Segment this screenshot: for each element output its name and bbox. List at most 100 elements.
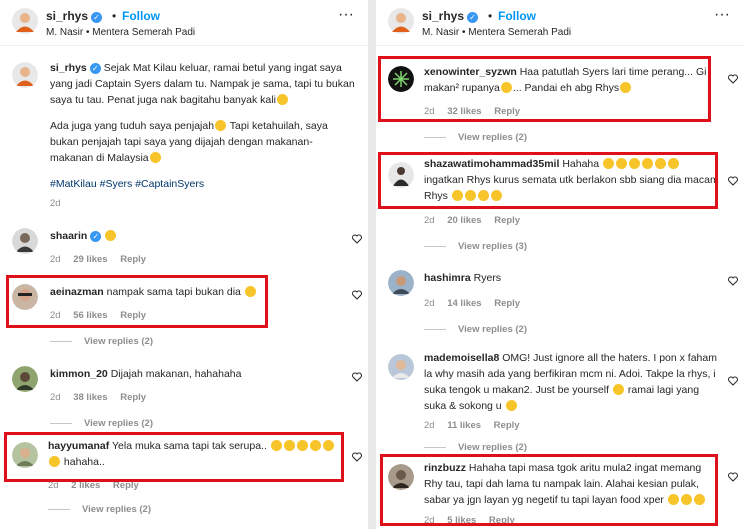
view-replies-link[interactable]: View replies (2) bbox=[48, 504, 151, 515]
reply-button[interactable]: Reply bbox=[494, 298, 520, 309]
caption-line: yang jadi Captain Syers dalam tu. Nampak… bbox=[50, 78, 355, 90]
reply-button[interactable]: Reply bbox=[494, 106, 520, 117]
likes-count[interactable]: 20 likes bbox=[447, 215, 481, 226]
verified-badge-icon: ✓ bbox=[90, 231, 102, 242]
avatar[interactable] bbox=[388, 8, 414, 34]
comment-username[interactable]: kimmon_20 bbox=[50, 368, 108, 380]
verified-badge-icon: ✓ bbox=[89, 63, 101, 74]
avatar[interactable] bbox=[12, 8, 38, 34]
heart-icon[interactable] bbox=[352, 452, 362, 462]
avatar[interactable] bbox=[12, 366, 38, 392]
grin-sweat-emoji-icon bbox=[276, 94, 288, 105]
reply-button[interactable]: Reply bbox=[120, 254, 146, 265]
comment-text: OMG! Just ignore all the haters. I pon x… bbox=[502, 352, 717, 364]
heart-icon[interactable] bbox=[728, 472, 738, 482]
left-post-panel: si_rhys ✓ • Follow M. Nasir • Mentera Sem… bbox=[0, 0, 368, 529]
comment-username[interactable]: mademoisella8 bbox=[424, 352, 499, 364]
view-replies-link[interactable]: View replies (2) bbox=[424, 132, 527, 143]
reply-button[interactable]: Reply bbox=[494, 420, 520, 431]
post-header: si_rhys ✓ • Follow M. Nasir • Mentera Sem… bbox=[376, 0, 744, 46]
avatar[interactable] bbox=[388, 162, 414, 188]
follow-button[interactable]: Follow bbox=[498, 9, 536, 23]
caption-line: Ada juga yang tuduh saya penjajah bbox=[50, 120, 215, 132]
likes-count[interactable]: 56 likes bbox=[73, 310, 107, 321]
comment-time: 2d bbox=[424, 515, 435, 526]
view-replies-link[interactable]: View replies (2) bbox=[424, 442, 527, 453]
likes-count[interactable]: 5 likes bbox=[447, 515, 476, 526]
view-replies-link[interactable]: View replies (2) bbox=[50, 336, 153, 347]
heart-icon[interactable] bbox=[352, 290, 362, 300]
comment: shazawatimohammad35mil Hahaha ingatkan R… bbox=[376, 156, 744, 252]
comment-time: 2d bbox=[424, 215, 435, 226]
separator-dot: • bbox=[112, 9, 117, 23]
heart-icon[interactable] bbox=[728, 276, 738, 286]
comment-time: 2d bbox=[50, 392, 61, 403]
laugh-emoji-icon bbox=[464, 190, 476, 201]
likes-count[interactable]: 14 likes bbox=[447, 298, 481, 309]
comment-time: 2d bbox=[48, 480, 59, 491]
caption-line: makanan di Malaysia bbox=[50, 152, 149, 164]
heart-icon[interactable] bbox=[728, 176, 738, 186]
audio-subtitle[interactable]: M. Nasir • Mentera Semerah Padi bbox=[46, 27, 195, 38]
more-options-icon[interactable]: ··· bbox=[714, 7, 730, 23]
laugh-emoji-icon bbox=[309, 440, 321, 451]
avatar[interactable] bbox=[388, 66, 414, 92]
likes-count[interactable]: 32 likes bbox=[447, 106, 481, 117]
avatar[interactable] bbox=[12, 284, 38, 310]
heart-icon[interactable] bbox=[728, 74, 738, 84]
comment-username[interactable]: hayyumanaf bbox=[48, 440, 109, 452]
reply-button[interactable]: Reply bbox=[494, 215, 520, 226]
avatar[interactable] bbox=[12, 442, 38, 468]
username[interactable]: si_rhys ✓ bbox=[422, 9, 479, 23]
reply-button[interactable]: Reply bbox=[120, 392, 146, 403]
view-replies-link[interactable]: View replies (2) bbox=[424, 324, 527, 335]
comment-username[interactable]: shaarin bbox=[50, 230, 87, 242]
comment-text: ramai lagi yang bbox=[627, 384, 700, 396]
avatar[interactable] bbox=[388, 354, 414, 380]
comment: kimmon_20 Dijajah makanan, hahahaha 2d 3… bbox=[0, 364, 368, 434]
avatar[interactable] bbox=[388, 270, 414, 296]
comment-text: Dijajah makanan, hahahaha bbox=[110, 368, 242, 380]
comment-time: 2d bbox=[424, 106, 435, 117]
laugh-emoji-icon bbox=[270, 440, 282, 451]
caption-line: Tapi ketahuilah, saya bbox=[229, 120, 328, 132]
comment-username[interactable]: rinzbuzz bbox=[424, 462, 466, 474]
likes-count[interactable]: 11 likes bbox=[447, 420, 481, 431]
post-caption: si_rhys ✓ Sejak Mat Kilau keluar, ramai b… bbox=[0, 56, 368, 209]
reply-button[interactable]: Reply bbox=[113, 480, 139, 491]
likes-count[interactable]: 29 likes bbox=[73, 254, 107, 265]
avatar[interactable] bbox=[12, 62, 38, 88]
caption-username[interactable]: si_rhys bbox=[50, 62, 87, 74]
heart-icon[interactable] bbox=[728, 376, 738, 386]
avatar[interactable] bbox=[12, 228, 38, 254]
view-replies-link[interactable]: View replies (3) bbox=[424, 241, 527, 252]
audio-subtitle[interactable]: M. Nasir • Mentera Semerah Padi bbox=[422, 27, 571, 38]
likes-count[interactable]: 38 likes bbox=[73, 392, 107, 403]
caption-line: saya tu tau. Penat juga nak bagitahu ban… bbox=[50, 94, 276, 106]
follow-button[interactable]: Follow bbox=[122, 9, 160, 23]
comment-username[interactable]: xenowinter_syzwn bbox=[424, 66, 517, 78]
laugh-emoji-icon bbox=[49, 456, 60, 467]
avatar[interactable] bbox=[388, 464, 414, 490]
comment-time: 2d bbox=[424, 420, 435, 431]
hashtags[interactable]: #MatKilau #Syers #CaptainSyers bbox=[50, 178, 204, 190]
reply-button[interactable]: Reply bbox=[120, 310, 146, 321]
heart-icon[interactable] bbox=[352, 234, 362, 244]
view-replies-link[interactable]: View replies (2) bbox=[50, 418, 153, 429]
grin-emoji-icon bbox=[244, 286, 256, 297]
verified-badge-icon: ✓ bbox=[467, 12, 479, 23]
laugh-emoji-icon bbox=[642, 158, 654, 169]
more-options-icon[interactable]: ··· bbox=[338, 7, 354, 23]
heart-icon[interactable] bbox=[352, 372, 362, 382]
username[interactable]: si_rhys ✓ bbox=[46, 9, 103, 23]
comment-username[interactable]: hashimra bbox=[424, 272, 471, 284]
likes-count[interactable]: 2 likes bbox=[71, 480, 100, 491]
comment-username[interactable]: aeinazman bbox=[50, 286, 104, 298]
smile-emoji-icon bbox=[505, 400, 517, 411]
flexed-biceps-emoji-icon bbox=[693, 494, 705, 505]
heart-eyes-emoji-icon bbox=[612, 384, 624, 395]
caption-time: 2d bbox=[50, 198, 61, 209]
reply-button[interactable]: Reply bbox=[489, 515, 515, 526]
comment-username[interactable]: shazawatimohammad35mil bbox=[424, 158, 559, 170]
laugh-emoji-icon bbox=[283, 440, 295, 451]
